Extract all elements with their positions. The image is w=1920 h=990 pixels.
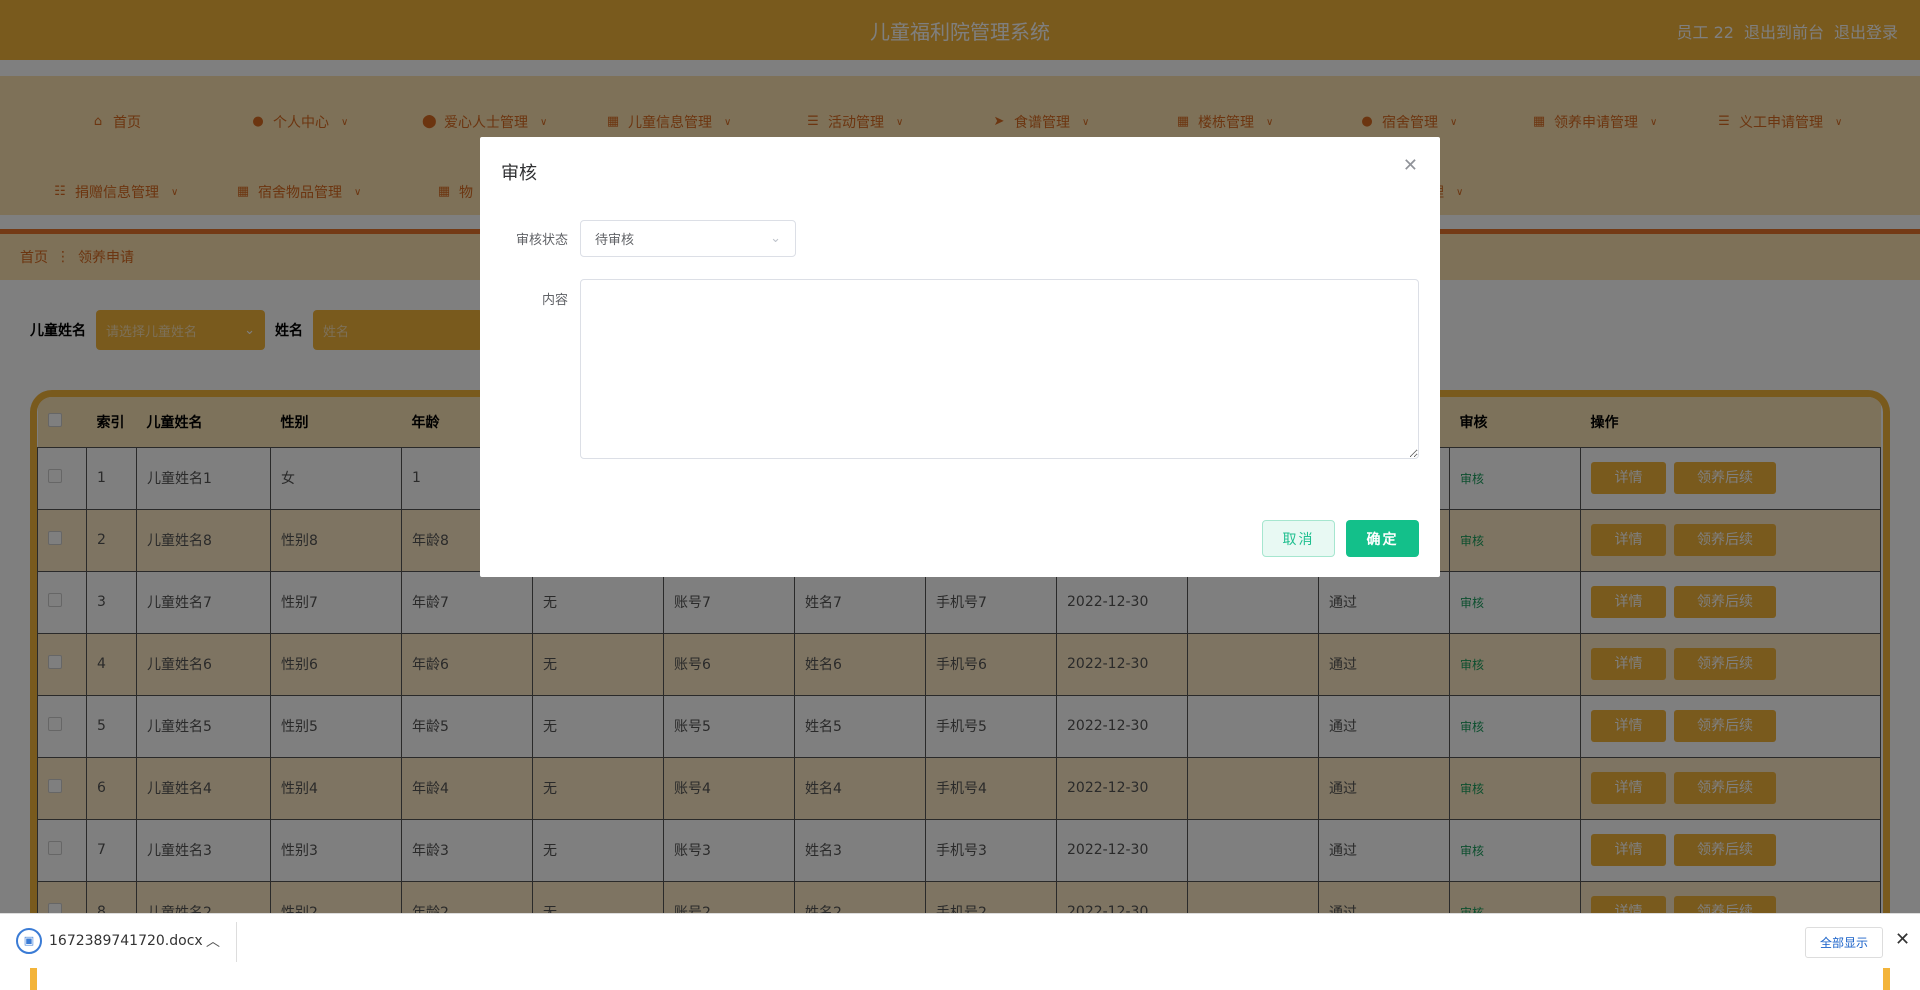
document-icon: ▣ xyxy=(16,928,42,954)
content-label: 内容 xyxy=(541,293,568,308)
download-bar: ▣ 1672389741720.docx ︿ 全部显示 ✕ xyxy=(0,913,1920,968)
audit-dialog: 审核 ✕ 审核状态 待审核 ⌄ 内容 取消 确定 xyxy=(480,137,1440,577)
close-icon[interactable]: ✕ xyxy=(1895,929,1910,950)
chevron-down-icon: ⌄ xyxy=(770,231,781,246)
cancel-button[interactable]: 取消 xyxy=(1262,520,1335,557)
show-all-button[interactable]: 全部显示 xyxy=(1805,927,1883,958)
dialog-title: 审核 xyxy=(501,163,537,184)
chevron-up-icon[interactable]: ︿ xyxy=(206,931,220,951)
divider xyxy=(236,922,237,962)
status-select[interactable]: 待审核 ⌄ xyxy=(580,220,796,257)
content-textarea[interactable] xyxy=(580,279,1419,459)
status-value: 待审核 xyxy=(595,233,635,248)
status-label: 审核状态 xyxy=(515,233,568,248)
close-icon[interactable]: ✕ xyxy=(1403,155,1418,176)
confirm-button[interactable]: 确定 xyxy=(1346,520,1419,557)
download-file-name[interactable]: 1672389741720.docx xyxy=(49,933,203,949)
